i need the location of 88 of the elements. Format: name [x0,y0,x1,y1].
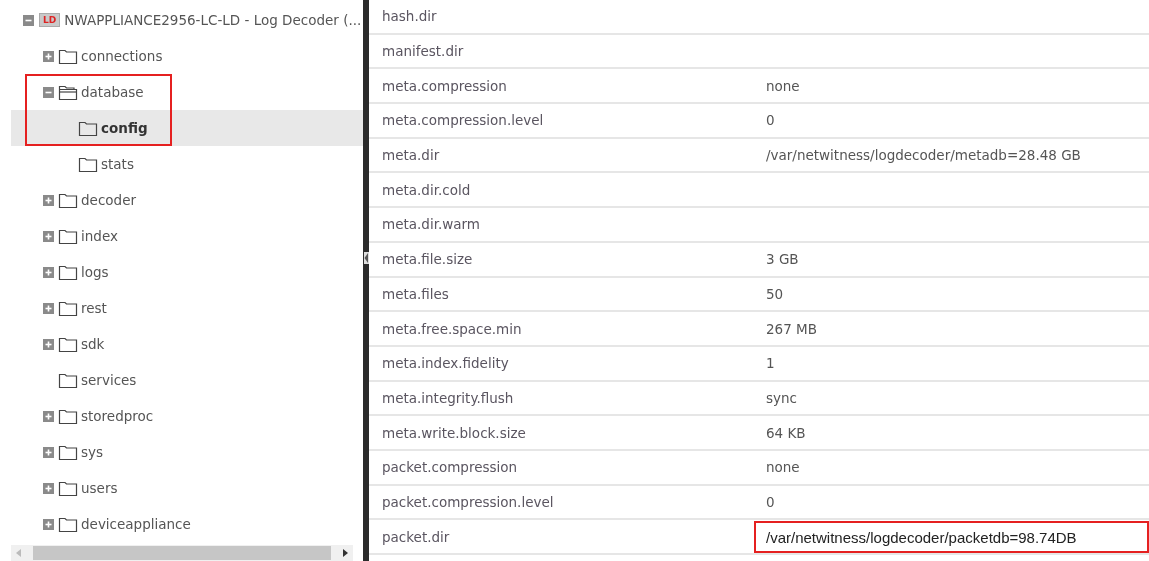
folder-icon [78,119,98,137]
expand-icon[interactable] [43,482,54,494]
folder-icon [58,263,78,281]
folder-icon [58,407,78,425]
expand-icon[interactable] [43,446,54,458]
tree-label: database [81,84,144,100]
tree-label: config [101,120,148,136]
property-name: meta.index.fidelity [381,355,510,372]
tree-item[interactable]: logs [11,254,363,290]
folder-icon [58,191,78,209]
property-name: packet.dir [381,528,451,545]
property-value: none [766,77,800,94]
tree-item[interactable]: services [11,362,363,398]
tree-label: deviceappliance [81,516,191,532]
property-value: 1 [766,355,775,372]
tree-label: decoder [81,192,136,208]
property-name: meta.dir.warm [381,216,481,233]
tree-item[interactable]: deviceappliance [11,506,363,542]
property-value: none [766,459,800,476]
property-name: packet.compression [381,459,519,476]
tree-label: logs [81,264,109,280]
property-value: 50 [766,285,784,302]
tree-item[interactable]: sdk [11,326,363,362]
property-name: meta.files [381,285,450,302]
property-value: /var/netwitness/logdecoder/packetdb=98.74DB [766,528,1077,546]
folder-icon [78,155,98,173]
folder-icon [58,515,78,533]
folder-icon [58,479,78,497]
tree-item[interactable]: sys [11,434,363,470]
tree-label: NWAPPLIANCE2956-LC-LD - Log Decoder (... [64,12,362,28]
property-name: meta.compression.level [381,112,545,129]
property-name: meta.free.space.min [381,320,523,337]
tree-item[interactable]: config [11,110,363,146]
property-value: 0 [766,493,775,510]
property-name: meta.integrity.flush [381,389,515,406]
property-value: /var/netwitness/logdecoder/metadb=28.48 GB [766,147,1081,164]
collapse-icon[interactable] [43,86,54,98]
tree-item[interactable]: storedproc [11,398,363,434]
collapse-icon[interactable] [23,14,34,26]
tree-item[interactable]: LD NWAPPLIANCE2956-LC-LD - Log Decoder (... [11,2,363,38]
tree-item[interactable]: users [11,470,363,506]
tree-label: sdk [81,336,105,352]
property-name: manifest.dir [381,43,465,60]
property-value: 64 KB [766,424,806,441]
expand-icon[interactable] [43,194,54,206]
property-value: sync [766,389,797,406]
tree-label: stats [101,156,134,172]
tree-label: services [81,372,137,388]
property-name: meta.compression [381,77,508,94]
property-name: meta.file.size [381,251,474,268]
tree-label: rest [81,300,107,316]
property-name: meta.dir.cold [381,181,472,198]
expand-icon[interactable] [43,302,54,314]
open-folder-icon [58,83,78,101]
device-badge: LD [39,13,61,27]
folder-icon [58,227,78,245]
collapse-handle-icon[interactable] [364,252,369,264]
expand-icon[interactable] [43,230,54,242]
tree-label: index [81,228,118,244]
scroll-right-icon[interactable] [341,548,349,558]
property-name: meta.write.block.size [381,424,527,441]
property-name: meta.dir [381,147,441,164]
property-value: 0 [766,112,775,129]
property-name: packet.compression.level [381,493,555,510]
tree-item[interactable]: rest [11,290,363,326]
folder-icon [58,299,78,317]
tree-label: users [81,480,118,496]
tree-label: storedproc [81,408,154,424]
folder-icon [58,47,78,65]
property-name: hash.dir [381,8,438,25]
tree-item[interactable]: connections [11,38,363,74]
horizontal-scrollbar[interactable] [11,545,353,561]
folder-icon [58,335,78,353]
expand-icon[interactable] [43,266,54,278]
expand-icon[interactable] [43,518,54,530]
tree-item[interactable]: decoder [11,182,363,218]
expand-icon[interactable] [43,410,54,422]
expand-icon[interactable] [43,338,54,350]
tree-label: sys [81,444,104,460]
folder-icon [58,443,78,461]
tree-item[interactable]: stats [11,146,363,182]
tree-item[interactable]: index [11,218,363,254]
tree-label: connections [81,48,163,64]
folder-icon [58,371,78,389]
tree-item[interactable]: database [11,74,363,110]
property-value: 3 GB [766,251,799,268]
property-value: 267 MB [766,320,817,337]
expand-icon[interactable] [43,50,54,62]
